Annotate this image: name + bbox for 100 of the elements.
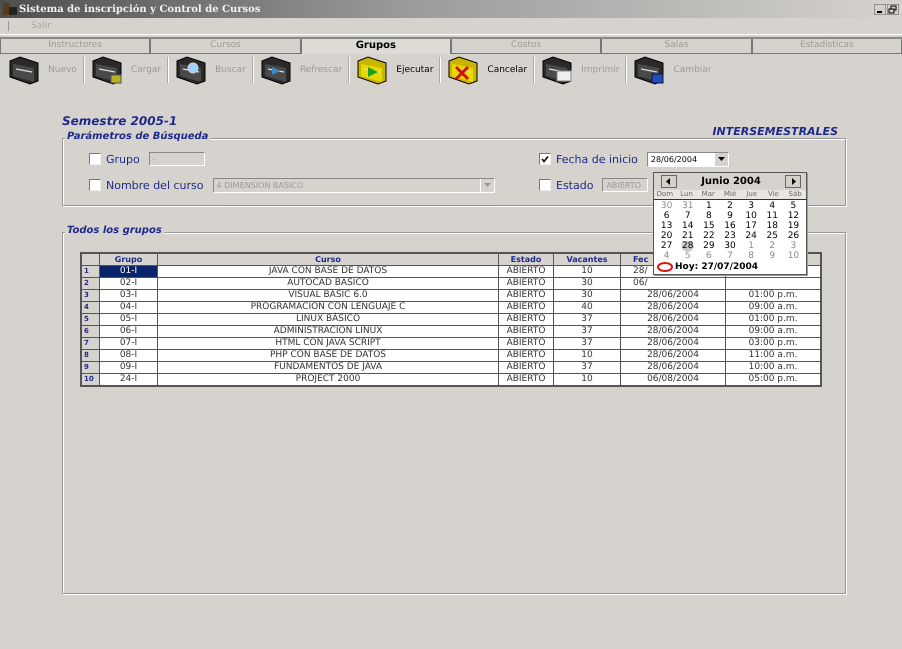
- table-cell: 37: [554, 338, 620, 350]
- month-title: Junio 2004: [701, 176, 761, 187]
- calendar-day[interactable]: 29: [698, 241, 720, 251]
- table-cell: 28/06/2004: [620, 350, 726, 362]
- caret-icon: [484, 183, 491, 187]
- restore-icon[interactable]: [887, 4, 899, 14]
- today-circle-icon: [657, 262, 673, 272]
- field-label: Nombre del curso: [106, 178, 204, 192]
- table-cell: 28/06/2004: [620, 338, 726, 350]
- field-label: Estado: [556, 178, 594, 192]
- table-cell: ABIERTO: [498, 314, 554, 326]
- table-cell: 05-I: [100, 314, 158, 326]
- calendar-day[interactable]: 16: [719, 221, 741, 231]
- table-cell: 01:00 p.m.: [726, 314, 821, 326]
- table-cell: 30: [554, 290, 620, 302]
- minimize-icon[interactable]: [874, 4, 886, 14]
- toolbar-button[interactable]: Cancelar: [445, 55, 530, 85]
- table-cell: ABIERTO: [498, 302, 554, 314]
- table-cell: 06-I: [100, 326, 158, 338]
- table-cell: 09:00 a.m.: [726, 302, 821, 314]
- table-cell: 28/06/2004: [620, 362, 726, 374]
- calendar-day[interactable]: 30: [719, 241, 741, 251]
- caret-icon: [718, 157, 725, 161]
- calendar-day[interactable]: 12: [782, 211, 804, 221]
- app-icon: [3, 3, 17, 15]
- calendar-day[interactable]: 21: [677, 231, 698, 241]
- table-cell: ABIERTO: [498, 278, 554, 290]
- table-cell: 07-I: [100, 338, 158, 350]
- next-month-icon[interactable]: [784, 175, 801, 188]
- window-title: Sistema de inscripción y Control de Cursos: [19, 4, 260, 14]
- calendar-day[interactable]: 5: [782, 201, 804, 211]
- calendar-day[interactable]: 25: [762, 231, 783, 241]
- table-cell: 11:00 a.m.: [726, 350, 821, 362]
- table-cell: ABIERTO: [498, 338, 554, 350]
- table-cell: VISUAL BASIC 6.0: [158, 290, 498, 302]
- calendar-day[interactable]: 17: [740, 221, 762, 231]
- tab[interactable]: Grupos: [300, 39, 451, 54]
- field-label: Grupo: [106, 152, 140, 166]
- table-cell: ABIERTO: [498, 350, 554, 362]
- table-cell: FUNDAMENTOS DE JAVA: [158, 362, 498, 374]
- calendar-day[interactable]: 11: [762, 211, 783, 221]
- calendar-day[interactable]: 7: [677, 211, 698, 221]
- calendar-day[interactable]: 26: [782, 231, 804, 241]
- period-label: INTERSEMESTRALES: [712, 125, 838, 138]
- calendar-day[interactable]: 19: [782, 221, 804, 231]
- calendar-day[interactable]: 4: [762, 201, 783, 211]
- calendar-day[interactable]: 10: [740, 211, 762, 221]
- calendar-day[interactable]: 9: [719, 211, 741, 221]
- calendar-day[interactable]: 27: [656, 241, 678, 251]
- date-dropdown[interactable]: 28/06/2004: [646, 152, 729, 166]
- table-cell: PROGRAMACION CON LENGUAJE C: [158, 302, 498, 314]
- previous-month-icon[interactable]: [661, 175, 677, 188]
- calendar-day[interactable]: 3: [740, 201, 762, 211]
- calendar-day[interactable]: 6: [656, 211, 678, 221]
- table-cell: 28/06/2004: [620, 314, 726, 326]
- calendar-day[interactable]: 20: [656, 231, 678, 241]
- table-cell: 10: [554, 266, 620, 278]
- calendar-day[interactable]: 15: [698, 221, 720, 231]
- table-cell: ABIERTO: [498, 290, 554, 302]
- table-cell: 28/06/2004: [620, 302, 726, 314]
- column-header: Vacantes: [554, 253, 620, 266]
- table-cell: 08-I: [100, 350, 158, 362]
- table-cell: ABIERTO: [498, 326, 554, 338]
- checkbox[interactable]: [539, 153, 551, 165]
- checkbox[interactable]: [89, 153, 101, 165]
- table-cell: 09:00 a.m.: [726, 326, 821, 338]
- table-cell: 30: [554, 278, 620, 290]
- column-header: Grupo: [100, 253, 158, 266]
- column-header: Estado: [498, 253, 554, 266]
- table-cell: ABIERTO: [498, 266, 554, 278]
- calendar-day[interactable]: 18: [762, 221, 783, 231]
- table-cell: 04-I: [100, 302, 158, 314]
- table-cell: PHP CON BASE DE DATOS: [158, 350, 498, 362]
- calendar-day[interactable]: 14: [677, 221, 698, 231]
- table-cell: 10: [554, 350, 620, 362]
- panel-title: Parámetros de Búsqueda: [65, 131, 210, 142]
- table-cell: 03-I: [100, 290, 158, 302]
- calendar-day[interactable]: 23: [719, 231, 741, 241]
- field-label: Fecha de inicio: [556, 152, 638, 166]
- calendar-day[interactable]: 22: [698, 231, 720, 241]
- checkbox[interactable]: [89, 179, 101, 191]
- table-cell: 28/06/2004: [620, 290, 726, 302]
- table-cell: 40: [554, 302, 620, 314]
- calendar-day[interactable]: 24: [740, 231, 762, 241]
- calendar-day[interactable]: 2: [719, 201, 741, 211]
- calendar-day[interactable]: 13: [656, 221, 678, 231]
- table-cell: 06/: [620, 278, 726, 290]
- checkbox[interactable]: [539, 179, 551, 191]
- table-cell: 37: [554, 326, 620, 338]
- table-cell: LINUX BÁSICO: [158, 314, 498, 326]
- table-cell: 03:00 p.m.: [726, 338, 821, 350]
- table-cell: 02-I: [100, 278, 158, 290]
- calendar-day[interactable]: 8: [740, 251, 762, 261]
- table-cell: 37: [554, 314, 620, 326]
- table-cell: 10:00 a.m.: [726, 362, 821, 374]
- table-cell: JAVA CON BASE DE DATOS: [158, 266, 498, 278]
- table-cell: 01:00 p.m.: [726, 290, 821, 302]
- calendar-day[interactable]: 1: [698, 201, 720, 211]
- calendar-day[interactable]: 8: [698, 211, 720, 221]
- toolbar-button[interactable]: Ejecutar: [354, 55, 436, 85]
